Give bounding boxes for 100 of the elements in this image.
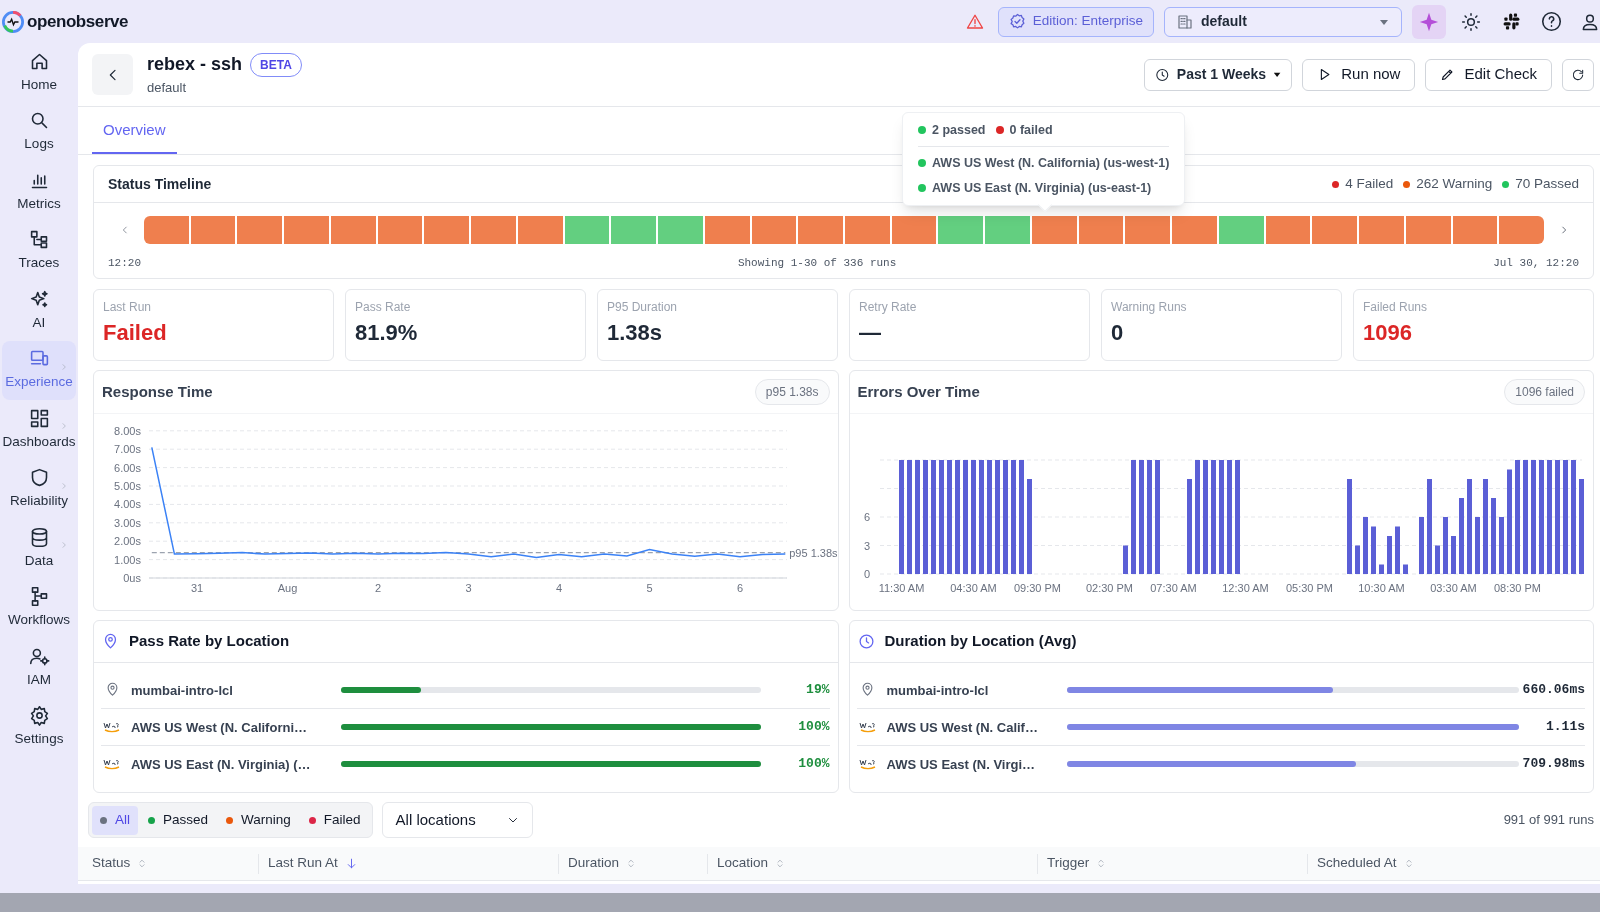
axis-tick-label: 11:30 AM [878, 582, 924, 594]
axis-tick-label: 6.00s [114, 461, 141, 474]
refresh-button[interactable] [1562, 58, 1594, 91]
run-segment[interactable] [1403, 216, 1451, 244]
sidebar-item[interactable]: Logs [2, 102, 76, 162]
axis-tick-label: 8.00s [114, 424, 141, 437]
axis-tick-label: 4.00s [114, 498, 141, 511]
column-header[interactable]: Last Run At [268, 853, 358, 874]
error-bar [1498, 517, 1504, 574]
chevron-right-icon[interactable] [1559, 225, 1569, 235]
location-value: 709.98ms [1521, 755, 1585, 774]
organization-select[interactable]: default [1164, 6, 1402, 37]
card-title: Response Time [102, 381, 213, 402]
card-title: Duration by Location (Avg) [884, 631, 1077, 652]
sparkle-icon [1419, 11, 1439, 32]
run-segment[interactable] [1450, 216, 1498, 244]
run-segment[interactable] [1029, 216, 1077, 244]
run-segment[interactable] [469, 216, 516, 244]
run-segment[interactable] [843, 216, 890, 244]
sidebar-item[interactable]: IAM [2, 638, 76, 698]
sidebar-item[interactable]: Data [2, 519, 76, 579]
axis-tick-label: 12:30 AM [1221, 582, 1269, 594]
location-value: 1.11s [1545, 718, 1585, 737]
badge-check-icon [1008, 13, 1026, 30]
check-title: rebex - ssh [147, 53, 243, 77]
run-segment[interactable] [282, 216, 329, 244]
axis-tick-label: 6 [736, 582, 744, 594]
sidebar-item[interactable]: Metrics [2, 162, 76, 222]
status-filter[interactable]: Passed [140, 805, 217, 835]
axis-tick-label: 5.00s [114, 480, 141, 492]
clock-icon [1155, 66, 1170, 83]
run-segment[interactable] [1123, 216, 1171, 244]
metric-value: — [859, 322, 882, 344]
sidebar-item[interactable]: Dashboards [2, 400, 76, 460]
run-segment[interactable] [936, 216, 984, 244]
run-segment[interactable] [422, 216, 470, 244]
status-filter[interactable]: Warning [218, 805, 299, 835]
location-name: AWS US East (N. Virginia) (… [131, 757, 311, 772]
run-segment[interactable] [609, 216, 657, 244]
run-segment[interactable] [1076, 216, 1124, 244]
sidebar-item[interactable]: Reliability [2, 459, 76, 519]
location-name: mumbai-intro-lcl [131, 682, 233, 698]
run-segment[interactable] [515, 216, 563, 244]
run-segment[interactable] [188, 216, 236, 244]
axis-tick-label: 6 [863, 511, 870, 523]
sidebar-item[interactable]: Traces [2, 221, 76, 281]
run-segment[interactable] [1216, 216, 1264, 244]
run-segment[interactable] [796, 216, 843, 244]
run-segment[interactable] [1170, 216, 1217, 244]
location-value: 100% [797, 755, 830, 774]
run-segment[interactable] [1310, 216, 1358, 244]
ai-assistant-button[interactable] [1412, 4, 1446, 39]
sidebar-item[interactable]: Home [2, 43, 76, 103]
axis-tick-label: 1.00s [114, 553, 141, 566]
location-select[interactable]: All locations [381, 802, 533, 838]
run-segment[interactable] [702, 216, 750, 244]
map-pin-icon [102, 633, 119, 650]
column-header[interactable]: Trigger [1047, 853, 1107, 874]
sidebar-item[interactable]: AI [2, 281, 76, 341]
run-segment[interactable] [1497, 216, 1544, 244]
tooltip-text: 0 failed [1009, 122, 1053, 139]
run-segment[interactable] [656, 216, 703, 244]
time-range-button[interactable]: Past 1 Weeks [1144, 58, 1293, 91]
run-segment[interactable] [749, 216, 797, 244]
column-header[interactable]: Location [717, 853, 786, 874]
run-segment[interactable] [375, 216, 423, 244]
run-segment[interactable] [562, 216, 610, 244]
building-icon [1177, 13, 1193, 30]
axis-tick-label: 03:30 AM [1429, 582, 1477, 594]
column-header[interactable]: Duration [568, 853, 637, 874]
action-button[interactable]: Run now [1302, 58, 1416, 91]
column-header[interactable]: Scheduled At [1317, 853, 1414, 874]
location-name: AWS US West (N. Calif… [886, 720, 1038, 735]
location-name: AWS US West (N. Californi… [131, 720, 307, 735]
edition-button[interactable]: Edition: Enterprise [997, 6, 1154, 37]
error-bar [1378, 564, 1384, 574]
metric-label: Last Run [103, 299, 153, 316]
tooltip-text: AWS US East (N. Virginia) (us-east-1) [932, 179, 1152, 197]
run-segment[interactable] [1357, 216, 1404, 244]
status-filter[interactable]: All [92, 805, 138, 835]
run-segment[interactable] [983, 216, 1030, 244]
axis-tick-label: 3 [863, 539, 870, 552]
run-segment[interactable] [1263, 216, 1311, 244]
run-segment[interactable] [889, 216, 937, 244]
column-header[interactable]: Status [92, 853, 148, 874]
axis-tick-label: 07:30 AM [1149, 582, 1197, 594]
metric-label: Retry Rate [859, 299, 918, 316]
sidebar-item[interactable]: Workflows [2, 578, 76, 638]
tab[interactable]: Overview [92, 108, 177, 154]
sparkles-icon [28, 288, 50, 310]
action-button[interactable]: Edit Check [1425, 58, 1552, 91]
sidebar-item[interactable]: Experience [2, 340, 76, 400]
provider-logo-icon [858, 721, 877, 733]
sidebar-item[interactable]: Settings [2, 697, 76, 757]
chevron-left-icon[interactable] [120, 225, 130, 235]
run-segment[interactable] [235, 216, 283, 244]
timeline-summary: Showing 1-30 of 336 runs [737, 256, 897, 271]
status-filter[interactable]: Failed [300, 805, 369, 835]
warning-icon [965, 12, 984, 31]
run-segment[interactable] [328, 216, 376, 244]
